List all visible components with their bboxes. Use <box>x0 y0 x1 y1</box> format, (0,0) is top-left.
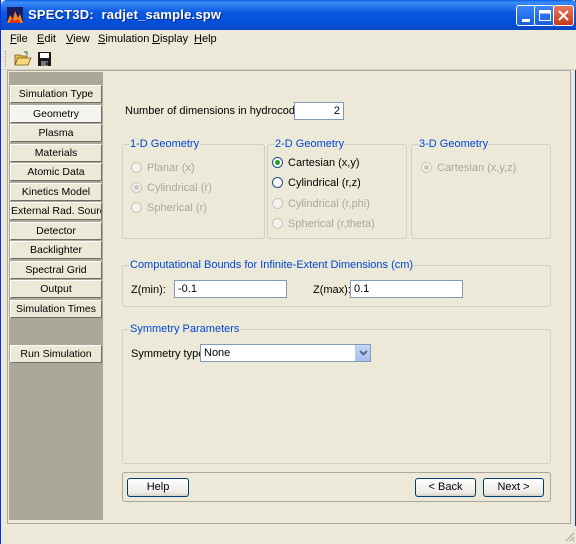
zmax-label: Z(max): <box>313 284 351 296</box>
close-button[interactable] <box>553 5 574 26</box>
radio-cylindrical-1d[interactable] <box>131 182 142 193</box>
help-button[interactable]: Help <box>127 478 189 497</box>
sidebar-item-detector[interactable]: Detector <box>10 222 102 240</box>
menu-file[interactable]: File <box>10 33 28 45</box>
dims-input[interactable]: 2 <box>294 102 344 120</box>
menu-view[interactable]: View <box>66 33 90 45</box>
zmax-input[interactable]: 0.1 <box>350 280 463 298</box>
dims-label: Number of dimensions in hydrocode file: <box>125 105 322 117</box>
status-bar <box>1 526 576 544</box>
window-title: SPECT3D: radjet_sample.spw <box>28 7 222 22</box>
geometry-1d-title: 1-D Geometry <box>129 138 201 150</box>
radio-spherical-1d[interactable] <box>131 202 142 213</box>
sidebar-item-simulation-type[interactable]: Simulation Type <box>10 85 102 103</box>
radio-planar-label: Planar (x) <box>147 162 195 174</box>
radio-cartesian-xyz[interactable] <box>421 162 432 173</box>
geometry-3d-group: 3-D Geometry <box>411 138 551 239</box>
geometry-2d-title: 2-D Geometry <box>274 138 346 150</box>
menu-edit[interactable]: Edit <box>37 33 56 45</box>
radio-cylindrical-rphi-label: Cylindrical (r,phi) <box>288 198 370 210</box>
radio-cylindrical-rphi[interactable] <box>272 198 283 209</box>
sidebar-item-plasma[interactable]: Plasma <box>10 124 102 142</box>
sidebar-item-simulation-times[interactable]: Simulation Times <box>10 300 102 318</box>
toolbar <box>1 49 576 70</box>
sidebar: Simulation Type Geometry Plasma Material… <box>9 72 103 520</box>
radio-cylindrical-1d-label: Cylindrical (r) <box>147 182 212 194</box>
geometry-3d-title: 3-D Geometry <box>418 138 490 150</box>
menu-help[interactable]: Help <box>194 33 217 45</box>
radio-cartesian-xy[interactable] <box>272 157 283 168</box>
radio-spherical-rtheta[interactable] <box>272 218 283 229</box>
chevron-down-icon <box>359 350 368 356</box>
toolbar-grip[interactable] <box>5 51 8 67</box>
menu-bar: File Edit View Simulation Display Help <box>1 30 576 49</box>
sidebar-item-spectral-grid[interactable]: Spectral Grid <box>10 261 102 279</box>
radio-planar[interactable] <box>131 162 142 173</box>
folder-open-icon[interactable] <box>14 51 32 68</box>
sidebar-item-kinetics-model[interactable]: Kinetics Model <box>10 183 102 201</box>
app-window: SPECT3D: radjet_sample.spw File Edit Vie… <box>0 0 576 544</box>
radio-cylindrical-rz[interactable] <box>272 177 283 188</box>
menu-display[interactable]: Display <box>152 33 188 45</box>
next-button[interactable]: Next > <box>483 478 544 497</box>
dropdown-arrow[interactable] <box>355 345 370 361</box>
bounds-title: Computational Bounds for Infinite-Extent… <box>129 259 415 271</box>
maximize-button[interactable] <box>534 5 555 26</box>
close-icon <box>558 10 569 21</box>
sidebar-item-atomic-data[interactable]: Atomic Data <box>10 163 102 181</box>
sidebar-item-materials[interactable]: Materials <box>10 144 102 162</box>
sidebar-item-external-rad-source[interactable]: External Rad. Source <box>10 202 102 220</box>
run-simulation-button[interactable]: Run Simulation <box>10 345 102 363</box>
floppy-save-icon[interactable] <box>36 51 54 68</box>
symmetry-type-label: Symmetry type: <box>131 348 208 360</box>
back-button[interactable]: < Back <box>415 478 476 497</box>
zmin-label: Z(min): <box>131 284 166 296</box>
symmetry-type-value: None <box>204 347 231 359</box>
radio-spherical-rtheta-label: Spherical (r,theta) <box>288 218 375 230</box>
sidebar-item-geometry[interactable]: Geometry <box>10 105 102 123</box>
radio-cylindrical-rz-label: Cylindrical (r,z) <box>288 177 361 189</box>
symmetry-title: Symmetry Parameters <box>129 323 241 335</box>
spect3d-app-icon <box>7 7 23 23</box>
radio-spherical-1d-label: Spherical (r) <box>147 202 207 214</box>
zmin-input[interactable]: -0.1 <box>174 280 287 298</box>
title-bar[interactable]: SPECT3D: radjet_sample.spw <box>1 0 576 30</box>
sidebar-item-output[interactable]: Output <box>10 280 102 298</box>
symmetry-type-select[interactable]: None <box>200 344 371 362</box>
menu-simulation[interactable]: Simulation <box>98 33 149 45</box>
sidebar-item-backlighter[interactable]: Backlighter <box>10 241 102 259</box>
radio-cartesian-xyz-label: Cartesian (x,y,z) <box>437 162 517 174</box>
radio-cartesian-xy-label: Cartesian (x,y) <box>288 157 360 169</box>
resize-grip-icon[interactable] <box>563 530 575 542</box>
